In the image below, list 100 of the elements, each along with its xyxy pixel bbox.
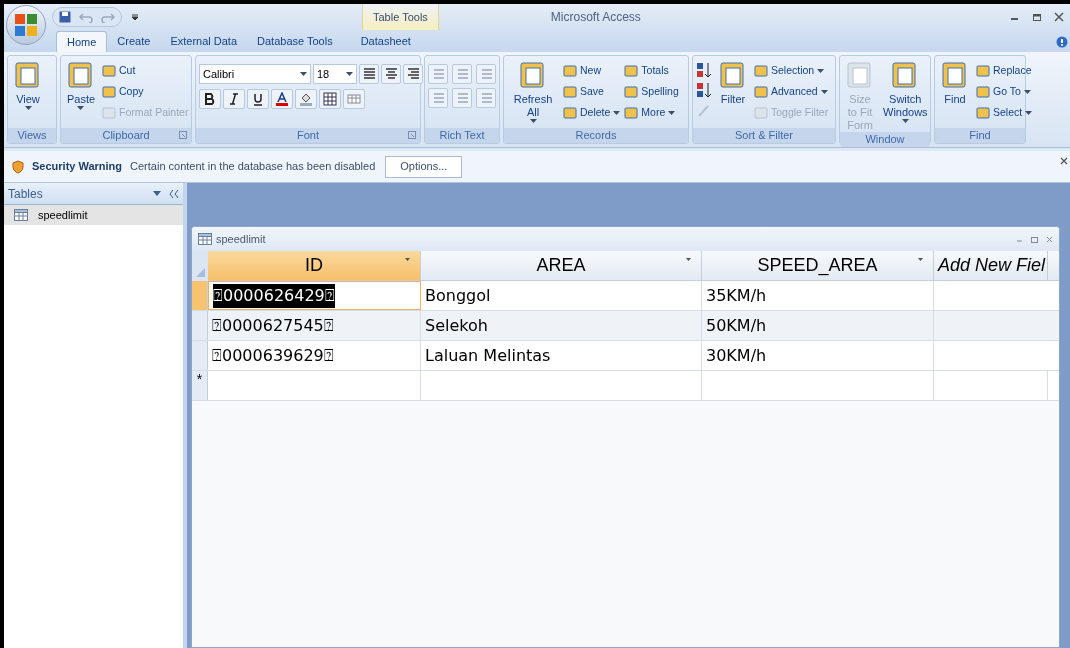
group-label: Window [865, 132, 905, 148]
command-icon [102, 64, 116, 78]
font-size-field[interactable]: 18 [313, 64, 357, 84]
close-icon [1046, 235, 1053, 243]
table-cell[interactable]: Selekoh [421, 311, 702, 340]
group-label: Clipboard [102, 128, 150, 144]
new-record-marker: * [196, 371, 203, 387]
ribbon-button[interactable]: More [624, 104, 679, 122]
alternate-fill-icon[interactable] [343, 89, 365, 109]
command-icon [624, 85, 639, 99]
align-right-icon[interactable] [403, 64, 423, 84]
column-header[interactable]: SPEED_AREA [702, 251, 934, 280]
command-icon [976, 106, 990, 120]
group-label: Sort & Filter [734, 128, 794, 144]
navigation-item[interactable]: speedlimit [4, 205, 183, 225]
dropdown-caret-icon [346, 71, 353, 77]
shield-icon [12, 159, 24, 174]
group-label: Font [297, 128, 319, 144]
table-cell[interactable]: 50KM/h [702, 311, 934, 340]
ribbon-button[interactable]: Totals [624, 62, 679, 80]
dropdown-caret-icon [918, 258, 923, 261]
command-icon [754, 85, 768, 99]
help-icon [1056, 36, 1068, 48]
ribbon-button[interactable]: View [11, 60, 45, 111]
datasheet-title: speedlimit [216, 231, 266, 247]
restore-icon [1032, 12, 1042, 22]
font-name-value: Calibri [203, 66, 235, 82]
ribbon-button[interactable]: Find [938, 60, 972, 106]
dropdown-caret-icon [686, 258, 691, 261]
table-icon [14, 209, 28, 221]
dialog-launcher-icon [179, 131, 187, 139]
underline-icon[interactable] [247, 89, 269, 109]
collapse-icon [169, 189, 179, 198]
office-button[interactable] [6, 5, 46, 45]
ribbon-button[interactable]: Refresh All [507, 60, 559, 124]
ribbon-tab[interactable]: External Data [160, 31, 248, 52]
align-center-icon[interactable] [381, 64, 401, 84]
dialog-launcher-icon [408, 131, 416, 139]
font-color-icon[interactable] [271, 89, 293, 109]
table-cell[interactable]: 35KM/h [702, 281, 934, 310]
ribbon-button[interactable]: Copy [102, 83, 189, 101]
group-label: Views [17, 128, 47, 144]
table-cell[interactable]: ⍰0000626429⍰ [208, 281, 421, 310]
command-icon [624, 64, 639, 78]
ribbon-tab[interactable]: Create [107, 31, 161, 52]
ribbon-button[interactable]: Paste [64, 60, 98, 111]
table-icon [198, 233, 212, 245]
ribbon-button[interactable]: Cut [102, 62, 189, 80]
ribbon-button[interactable]: Go To [976, 83, 1033, 101]
table-cell[interactable]: 30KM/h [702, 341, 934, 370]
table-cell[interactable]: ⍰0000639629⍰ [208, 341, 421, 370]
dropdown-caret-icon [300, 71, 307, 77]
ribbon-tab[interactable]: Datasheet [350, 31, 421, 52]
window-title: Microsoft Access [550, 9, 641, 26]
group-label: Records [575, 128, 617, 144]
ribbon-tab[interactable]: Home [56, 31, 108, 52]
table-cell[interactable]: ⍰0000627545⍰ [208, 311, 421, 340]
column-header[interactable]: ID [208, 251, 421, 280]
ribbon-button[interactable]: Replace [976, 62, 1033, 80]
close-icon [1054, 12, 1064, 22]
dropdown-caret-icon [153, 190, 161, 197]
ribbon-button[interactable]: Spelling [624, 83, 679, 101]
command-icon [563, 64, 577, 78]
save-icon [59, 11, 71, 23]
command-icon [754, 106, 768, 120]
security-warning-title: Security Warning [32, 159, 123, 175]
font-size-value: 18 [317, 66, 330, 82]
column-header[interactable]: AREA [421, 251, 702, 280]
align-left-icon[interactable] [359, 64, 379, 84]
ribbon-button[interactable]: Filter [716, 60, 750, 106]
ribbon-button[interactable]: Switch Windows [881, 60, 930, 124]
ribbon-button[interactable]: New [563, 62, 621, 80]
options-button[interactable]: Options... [385, 155, 463, 178]
ribbon-button[interactable]: Save [563, 83, 621, 101]
ribbon-button[interactable]: Selection [754, 62, 829, 80]
command-icon [754, 64, 768, 78]
fill-color-icon[interactable] [295, 89, 317, 109]
column-header[interactable]: Add New Fiel [934, 251, 1048, 280]
navigation-pane-header: Tables [8, 185, 43, 203]
sort-descending-icon [696, 82, 712, 98]
group-label: Find [969, 128, 991, 144]
contextual-tab-group-label: Table Tools [362, 4, 439, 30]
ribbon-button[interactable]: Advanced [754, 83, 829, 101]
command-icon [624, 106, 639, 120]
bold-icon[interactable] [199, 89, 221, 109]
ribbon-button[interactable]: Delete [563, 104, 621, 122]
italic-icon[interactable] [223, 89, 245, 109]
command-icon [563, 85, 577, 99]
table-cell[interactable]: Laluan Melintas [421, 341, 702, 370]
sort-ascending-icon [696, 62, 712, 78]
command-icon [563, 106, 577, 120]
logo-icon [14, 13, 38, 37]
font-name-field[interactable]: Calibri [199, 64, 311, 84]
security-warning-message: Certain content in the database has been disabled [130, 159, 376, 175]
gridlines-icon[interactable] [319, 89, 341, 109]
ribbon-button[interactable]: Select [976, 104, 1033, 122]
ribbon-tab[interactable]: Database Tools [247, 31, 343, 52]
group-label: Rich Text [439, 128, 485, 144]
command-icon [102, 106, 116, 120]
table-cell[interactable]: Bonggol [421, 281, 702, 310]
